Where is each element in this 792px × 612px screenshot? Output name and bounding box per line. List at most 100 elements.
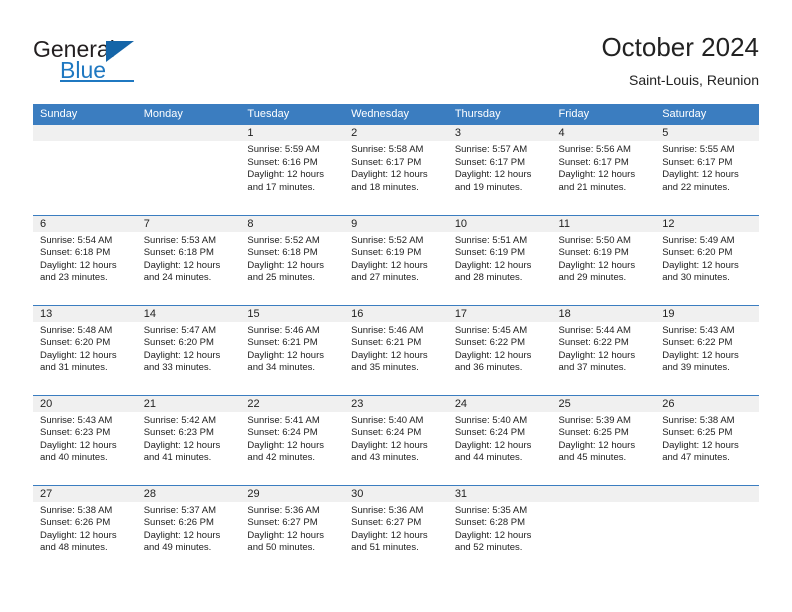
sunset-time: Sunset: 6:19 PM bbox=[454, 247, 526, 259]
sunrise-time: Sunrise: 5:43 AM bbox=[662, 324, 735, 336]
calendar-day-cell[interactable]: 4 Sunrise: 5:56 AM Sunset: 6:17 PM Daylight… bbox=[551, 125, 656, 215]
calendar-day-cell[interactable]: 5 Sunrise: 5:55 AM Sunset: 6:17 PM Daylight… bbox=[655, 125, 759, 215]
sunset-time: Sunset: 6:24 PM bbox=[247, 427, 318, 439]
day-details: Sunrise: 5:51 AM Sunset: 6:19 PM Daylight:… bbox=[448, 232, 552, 285]
calendar-day-cell[interactable]: 31 Sunrise: 5:35 AM Sunset: 6:28 PM Dayligh… bbox=[447, 484, 552, 575]
day-number: 19 bbox=[655, 305, 759, 322]
day-details: Sunrise: 5:49 AM Sunset: 6:20 PM Daylight:… bbox=[655, 232, 759, 285]
calendar-day-cell[interactable]: 22 Sunrise: 5:41 AM Sunset: 6:24 PM Dayligh… bbox=[240, 394, 345, 485]
sunrise-time: Sunrise: 5:52 AM bbox=[247, 234, 320, 246]
daylight-duration-line1: Daylight: 12 hours bbox=[247, 169, 324, 181]
day-details: Sunrise: 5:37 AM Sunset: 6:26 PM Daylight:… bbox=[137, 502, 241, 555]
daylight-duration-line2: and 19 minutes. bbox=[454, 181, 523, 193]
calendar-day-cell[interactable]: 7 Sunrise: 5:53 AM Sunset: 6:18 PM Daylight… bbox=[136, 214, 241, 305]
sunset-time: Sunset: 6:20 PM bbox=[143, 337, 214, 349]
daylight-duration-line2: and 39 minutes. bbox=[662, 362, 730, 374]
calendar-day-cell[interactable]: 16 Sunrise: 5:46 AM Sunset: 6:21 PM Dayligh… bbox=[344, 304, 448, 395]
calendar-day-cell[interactable]: 13 Sunrise: 5:48 AM Sunset: 6:20 PM Dayligh… bbox=[33, 304, 137, 395]
daylight-duration-line1: Daylight: 12 hours bbox=[143, 349, 221, 361]
logo-underline bbox=[60, 80, 134, 82]
day-details: Sunrise: 5:54 AM Sunset: 6:18 PM Daylight:… bbox=[33, 232, 137, 285]
calendar-day-cell[interactable]: 12 Sunrise: 5:49 AM Sunset: 6:20 PM Dayligh… bbox=[655, 214, 759, 305]
calendar-day-cell[interactable]: 30 Sunrise: 5:36 AM Sunset: 6:27 PM Dayligh… bbox=[344, 484, 448, 575]
day-details: Sunrise: 5:42 AM Sunset: 6:23 PM Daylight:… bbox=[137, 412, 241, 465]
calendar-day-cell[interactable]: 15 Sunrise: 5:46 AM Sunset: 6:21 PM Dayligh… bbox=[240, 304, 345, 395]
day-details: Sunrise: 5:38 AM Sunset: 6:25 PM Daylight:… bbox=[655, 412, 759, 465]
calendar-day-cell[interactable]: 24 Sunrise: 5:40 AM Sunset: 6:24 PM Dayligh… bbox=[447, 394, 552, 485]
daylight-duration-line2: and 50 minutes. bbox=[247, 542, 316, 554]
day-details: Sunrise: 5:48 AM Sunset: 6:20 PM Daylight:… bbox=[33, 322, 137, 375]
sunrise-time: Sunrise: 5:59 AM bbox=[247, 144, 320, 155]
daylight-duration-line1: Daylight: 12 hours bbox=[143, 529, 221, 541]
day-number: 5 bbox=[655, 125, 759, 141]
daylight-duration-line1: Daylight: 12 hours bbox=[454, 529, 532, 541]
daylight-duration-line1: Daylight: 12 hours bbox=[247, 259, 324, 271]
day-number: 24 bbox=[447, 395, 552, 412]
day-details: Sunrise: 5:40 AM Sunset: 6:24 PM Daylight:… bbox=[344, 412, 448, 465]
calendar-day-cell[interactable]: 3 Sunrise: 5:57 AM Sunset: 6:17 PM Daylight… bbox=[447, 125, 552, 215]
sunrise-time: Sunrise: 5:57 AM bbox=[454, 144, 528, 155]
day-number bbox=[33, 125, 137, 141]
calendar-day-cell[interactable]: 21 Sunrise: 5:42 AM Sunset: 6:23 PM Dayligh… bbox=[136, 394, 241, 485]
calendar-day-cell[interactable]: 8 Sunrise: 5:52 AM Sunset: 6:18 PM Daylight… bbox=[240, 214, 345, 305]
daylight-duration-line1: Daylight: 12 hours bbox=[351, 529, 428, 541]
daylight-duration-line1: Daylight: 12 hours bbox=[40, 439, 117, 451]
calendar-week-row: 27 Sunrise: 5:38 AM Sunset: 6:26 PM Dayligh… bbox=[33, 484, 759, 575]
sunrise-time: Sunrise: 5:52 AM bbox=[351, 234, 424, 246]
calendar-day-cell[interactable]: 29 Sunrise: 5:36 AM Sunset: 6:27 PM Dayligh… bbox=[240, 484, 345, 575]
calendar-day-cell[interactable]: 18 Sunrise: 5:44 AM Sunset: 6:22 PM Dayligh… bbox=[551, 304, 656, 395]
sunrise-time: Sunrise: 5:38 AM bbox=[662, 414, 735, 426]
day-number: 23 bbox=[344, 395, 448, 412]
daylight-duration-line2: and 17 minutes. bbox=[247, 181, 316, 193]
daylight-duration-line1: Daylight: 12 hours bbox=[143, 259, 221, 271]
weekday-header-wednesday: Wednesday bbox=[344, 104, 448, 125]
calendar-day-cell[interactable]: 25 Sunrise: 5:39 AM Sunset: 6:25 PM Dayligh… bbox=[551, 394, 656, 485]
day-details: Sunrise: 5:39 AM Sunset: 6:25 PM Daylight:… bbox=[552, 412, 656, 465]
calendar-week-row: 6 Sunrise: 5:54 AM Sunset: 6:18 PM Daylight… bbox=[33, 214, 759, 305]
day-number: 20 bbox=[33, 395, 137, 412]
sunrise-time: Sunrise: 5:35 AM bbox=[454, 504, 528, 516]
daylight-duration-line2: and 47 minutes. bbox=[662, 452, 730, 464]
daylight-duration-line2: and 40 minutes. bbox=[40, 452, 108, 464]
daylight-duration-line1: Daylight: 12 hours bbox=[40, 349, 117, 361]
day-details: Sunrise: 5:43 AM Sunset: 6:23 PM Daylight:… bbox=[33, 412, 137, 465]
day-details: Sunrise: 5:56 AM Sunset: 6:17 PM Daylight:… bbox=[552, 141, 656, 194]
calendar-day-cell[interactable]: 26 Sunrise: 5:38 AM Sunset: 6:25 PM Dayligh… bbox=[655, 394, 759, 485]
calendar-day-cell[interactable]: 19 Sunrise: 5:43 AM Sunset: 6:22 PM Dayligh… bbox=[655, 304, 759, 395]
triangle-icon bbox=[106, 41, 134, 62]
general-blue-logo[interactable]: General Blue bbox=[33, 36, 213, 86]
day-number: 4 bbox=[551, 125, 656, 141]
sunset-time: Sunset: 6:16 PM bbox=[247, 156, 318, 168]
daylight-duration-line1: Daylight: 12 hours bbox=[143, 439, 221, 451]
sunset-time: Sunset: 6:22 PM bbox=[454, 337, 526, 349]
calendar-day-cell[interactable]: 20 Sunrise: 5:43 AM Sunset: 6:23 PM Dayligh… bbox=[33, 394, 137, 485]
day-number: 21 bbox=[136, 395, 241, 412]
calendar-day-cell[interactable]: 6 Sunrise: 5:54 AM Sunset: 6:18 PM Daylight… bbox=[33, 214, 137, 305]
day-details: Sunrise: 5:46 AM Sunset: 6:21 PM Daylight:… bbox=[240, 322, 344, 375]
calendar-day-cell[interactable]: 1 Sunrise: 5:59 AM Sunset: 6:16 PM Daylight… bbox=[240, 125, 345, 215]
calendar-day-cell[interactable]: 23 Sunrise: 5:40 AM Sunset: 6:24 PM Dayligh… bbox=[344, 394, 448, 485]
sunrise-time: Sunrise: 5:39 AM bbox=[558, 414, 631, 426]
day-details: Sunrise: 5:57 AM Sunset: 6:17 PM Daylight:… bbox=[448, 141, 552, 194]
day-number: 27 bbox=[33, 485, 137, 502]
calendar-day-cell[interactable]: 9 Sunrise: 5:52 AM Sunset: 6:19 PM Daylight… bbox=[344, 214, 448, 305]
calendar-day-cell[interactable]: 28 Sunrise: 5:37 AM Sunset: 6:26 PM Dayligh… bbox=[136, 484, 241, 575]
calendar-day-cell[interactable]: 14 Sunrise: 5:47 AM Sunset: 6:20 PM Dayligh… bbox=[136, 304, 241, 395]
weekday-header-saturday: Saturday bbox=[655, 104, 759, 125]
sunset-time: Sunset: 6:19 PM bbox=[558, 247, 629, 259]
calendar-day-cell[interactable]: 17 Sunrise: 5:45 AM Sunset: 6:22 PM Dayligh… bbox=[447, 304, 552, 395]
calendar-day-cell[interactable]: 10 Sunrise: 5:51 AM Sunset: 6:19 PM Dayligh… bbox=[447, 214, 552, 305]
sunset-time: Sunset: 6:26 PM bbox=[143, 517, 214, 529]
calendar-day-cell[interactable]: 11 Sunrise: 5:50 AM Sunset: 6:19 PM Dayligh… bbox=[551, 214, 656, 305]
daylight-duration-line2: and 23 minutes. bbox=[40, 272, 108, 284]
sunrise-time: Sunrise: 5:45 AM bbox=[454, 324, 528, 336]
daylight-duration-line2: and 44 minutes. bbox=[454, 452, 523, 464]
sunset-time: Sunset: 6:20 PM bbox=[40, 337, 111, 349]
page-header: General Blue October 2024 Saint-Louis, R… bbox=[0, 0, 792, 104]
sunset-time: Sunset: 6:28 PM bbox=[454, 517, 526, 529]
calendar-day-cell[interactable]: 27 Sunrise: 5:38 AM Sunset: 6:26 PM Dayligh… bbox=[33, 484, 137, 575]
calendar-grid: Sunday Monday Tuesday Wednesday Thursday… bbox=[33, 104, 759, 575]
calendar-day-cell[interactable]: 2 Sunrise: 5:58 AM Sunset: 6:17 PM Daylight… bbox=[344, 125, 448, 215]
title-block: October 2024 Saint-Louis, Reunion bbox=[601, 31, 759, 90]
sunrise-time: Sunrise: 5:42 AM bbox=[143, 414, 217, 426]
